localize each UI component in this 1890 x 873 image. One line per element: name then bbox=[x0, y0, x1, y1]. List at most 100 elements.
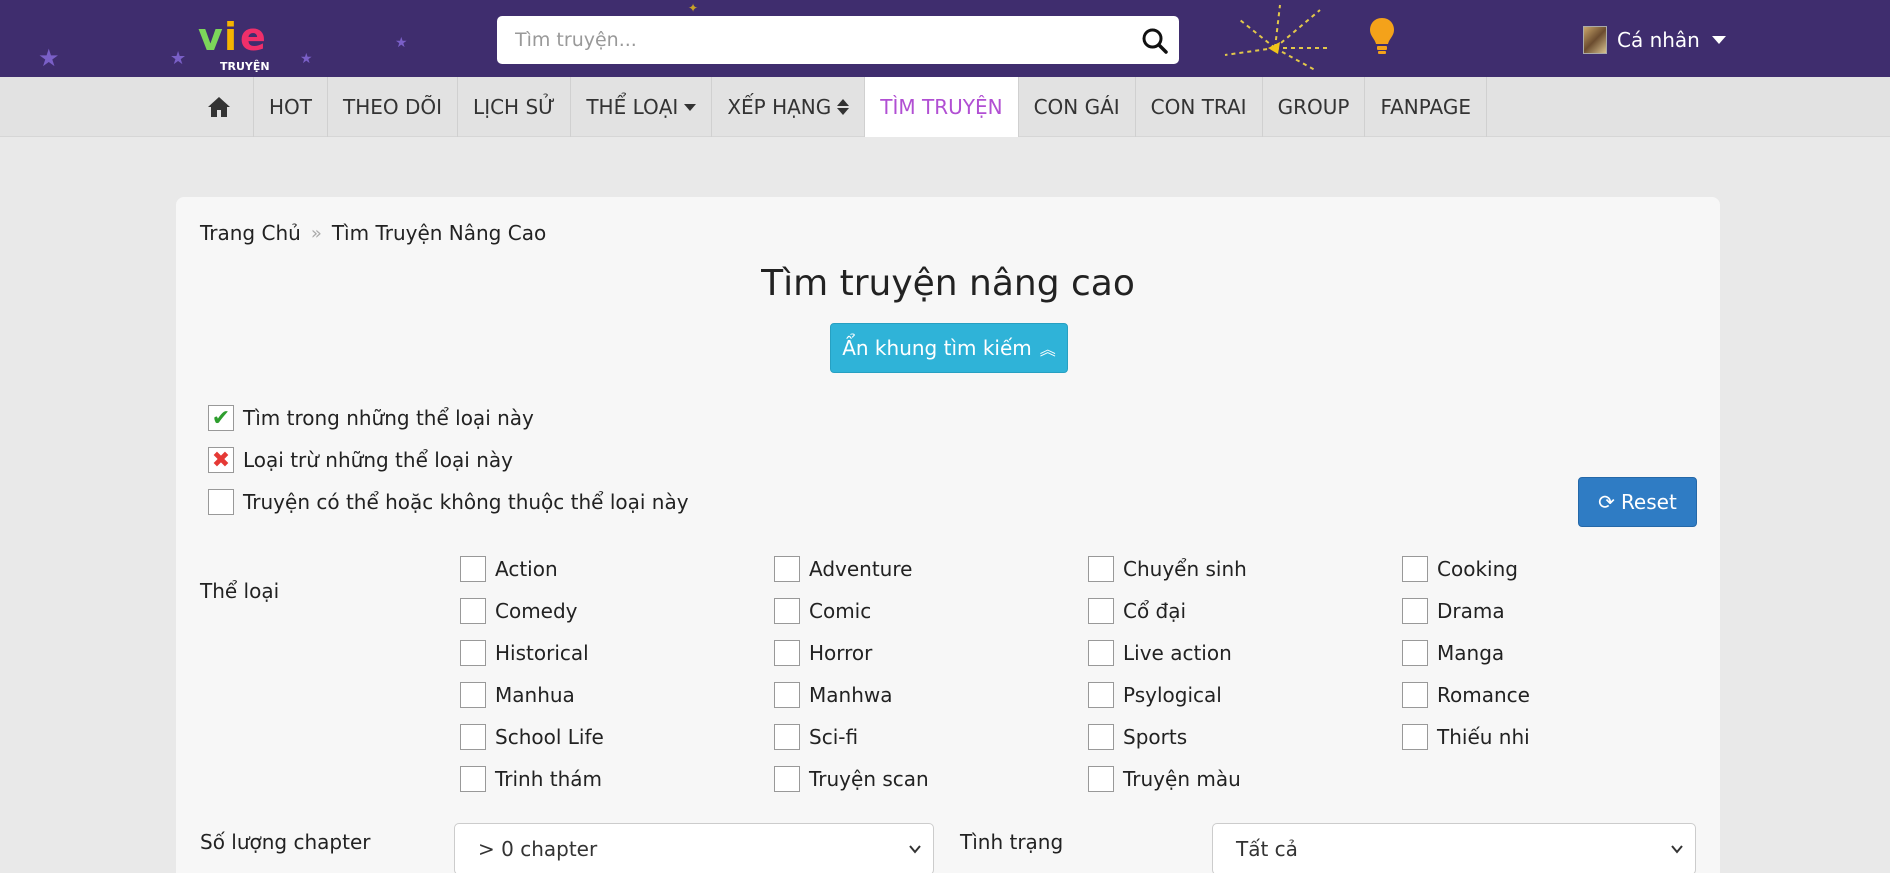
genre-checkbox-psylogical[interactable]: Psylogical bbox=[1088, 674, 1402, 716]
genre-checkbox-comic[interactable]: Comic bbox=[774, 590, 1088, 632]
user-menu[interactable]: Cá nhân bbox=[1583, 24, 1726, 56]
checkbox[interactable] bbox=[774, 766, 800, 792]
legend-exclude: ✖ Loại trừ những thể loại này bbox=[208, 446, 513, 474]
checkbox[interactable] bbox=[460, 724, 486, 750]
reset-button[interactable]: ⟳ Reset bbox=[1578, 477, 1697, 527]
genre-checkbox-truyen-scan[interactable]: Truyện scan bbox=[774, 758, 1088, 800]
sort-icon bbox=[837, 99, 850, 115]
legend-neutral: Truyện có thể hoặc không thuộc thể loại … bbox=[208, 488, 689, 516]
refresh-icon: ⟳ bbox=[1598, 490, 1615, 514]
genre-checkbox-manhua[interactable]: Manhua bbox=[460, 674, 774, 716]
nav-ranking[interactable]: XẾP HẠNG bbox=[712, 77, 866, 137]
checkbox[interactable] bbox=[1088, 598, 1114, 624]
user-menu-label: Cá nhân bbox=[1617, 28, 1700, 52]
checkbox[interactable] bbox=[1402, 724, 1428, 750]
nav-fanpage[interactable]: FANPAGE bbox=[1365, 77, 1487, 137]
star-decoration-icon: ✦ bbox=[688, 1, 699, 15]
star-decoration-icon: ★ bbox=[395, 35, 408, 51]
svg-text:v: v bbox=[198, 15, 223, 59]
search-input[interactable] bbox=[497, 16, 1097, 64]
genre-checkbox-sci-fi[interactable]: Sci-fi bbox=[774, 716, 1088, 758]
search-icon[interactable] bbox=[1141, 27, 1169, 55]
home-icon bbox=[208, 97, 230, 117]
chapter-count-label: Số lượng chapter bbox=[200, 830, 371, 854]
checkbox[interactable] bbox=[774, 724, 800, 750]
main-nav: HOT THEO DÕI LỊCH SỬ THỂ LOẠI XẾP HẠNG T… bbox=[0, 77, 1890, 137]
nav-boys[interactable]: CON TRAI bbox=[1136, 77, 1263, 137]
checkbox[interactable] bbox=[774, 682, 800, 708]
genre-checkbox-horror[interactable]: Horror bbox=[774, 632, 1088, 674]
cross-icon: ✖ bbox=[208, 447, 234, 473]
checkbox[interactable] bbox=[774, 556, 800, 582]
legend-include: ✔ Tìm trong những thể loại này bbox=[208, 404, 534, 432]
nav-following[interactable]: THEO DÕI bbox=[328, 77, 459, 137]
genre-checkbox-action[interactable]: Action bbox=[460, 548, 774, 590]
checkbox[interactable] bbox=[1402, 598, 1428, 624]
genre-checkbox-truyen-mau[interactable]: Truyện màu bbox=[1088, 758, 1402, 800]
star-decoration-icon: ★ bbox=[170, 48, 187, 69]
checkbox[interactable] bbox=[1088, 640, 1114, 666]
genre-checkbox-live-action[interactable]: Live action bbox=[1088, 632, 1402, 674]
checkbox[interactable] bbox=[1088, 682, 1114, 708]
hide-search-panel-button[interactable]: Ẩn khung tìm kiếm ︽ bbox=[830, 323, 1068, 373]
genre-checkbox-grid: Action Adventure Chuyển sinh Cooking Com… bbox=[460, 548, 1720, 800]
nav-girls[interactable]: CON GÁI bbox=[1019, 77, 1136, 137]
breadcrumb-current-link[interactable]: Tìm Truyện Nâng Cao bbox=[332, 221, 546, 245]
avatar bbox=[1583, 26, 1607, 54]
site-header: ★ ★ ★ ★ ✦ v i e TRUYỆN Cá nhân bbox=[0, 0, 1890, 77]
breadcrumb-separator: » bbox=[310, 222, 322, 244]
status-label: Tình trạng bbox=[960, 830, 1064, 854]
checkbox[interactable] bbox=[460, 766, 486, 792]
nav-home[interactable] bbox=[185, 77, 254, 137]
check-icon: ✔ bbox=[208, 405, 234, 431]
caret-down-icon bbox=[1711, 36, 1726, 44]
checkbox[interactable] bbox=[460, 640, 486, 666]
genre-checkbox-school-life[interactable]: School Life bbox=[460, 716, 774, 758]
chevron-down-icon bbox=[909, 845, 921, 854]
svg-text:i: i bbox=[224, 15, 237, 59]
checkbox[interactable] bbox=[1088, 556, 1114, 582]
checkbox[interactable] bbox=[460, 682, 486, 708]
genre-checkbox-comedy[interactable]: Comedy bbox=[460, 590, 774, 632]
genre-checkbox-thieu-nhi[interactable]: Thiếu nhi bbox=[1402, 716, 1716, 758]
firework-decoration-icon bbox=[1224, 4, 1330, 71]
chevron-down-icon bbox=[1671, 845, 1683, 854]
checkbox[interactable] bbox=[774, 640, 800, 666]
star-decoration-icon: ★ bbox=[38, 44, 60, 72]
checkbox[interactable] bbox=[1402, 640, 1428, 666]
checkbox[interactable] bbox=[1088, 766, 1114, 792]
search-box bbox=[497, 16, 1179, 64]
svg-text:e: e bbox=[240, 15, 266, 59]
breadcrumb-home-link[interactable]: Trang Chủ bbox=[200, 221, 301, 245]
checkbox[interactable] bbox=[1402, 556, 1428, 582]
nav-history[interactable]: LỊCH SỬ bbox=[458, 77, 572, 137]
genre-checkbox-chuyen-sinh[interactable]: Chuyển sinh bbox=[1088, 548, 1402, 590]
checkbox[interactable] bbox=[460, 556, 486, 582]
chapter-count-select[interactable]: > 0 chapter bbox=[454, 823, 934, 873]
svg-text:TRUYỆN: TRUYỆN bbox=[220, 60, 270, 73]
checkbox[interactable] bbox=[1402, 682, 1428, 708]
lightbulb-icon[interactable] bbox=[1368, 16, 1396, 58]
checkbox[interactable] bbox=[774, 598, 800, 624]
site-logo[interactable]: v i e TRUYỆN bbox=[196, 10, 288, 74]
nav-genres[interactable]: THỂ LOẠI bbox=[571, 77, 713, 137]
genre-checkbox-trinh-tham[interactable]: Trinh thám bbox=[460, 758, 774, 800]
genre-checkbox-historical[interactable]: Historical bbox=[460, 632, 774, 674]
nav-search[interactable]: TÌM TRUYỆN bbox=[865, 77, 1019, 137]
genre-checkbox-sports[interactable]: Sports bbox=[1088, 716, 1402, 758]
genre-checkbox-co-dai[interactable]: Cổ đại bbox=[1088, 590, 1402, 632]
nav-group[interactable]: GROUP bbox=[1263, 77, 1366, 137]
genre-checkbox-manhwa[interactable]: Manhwa bbox=[774, 674, 1088, 716]
genre-checkbox-drama[interactable]: Drama bbox=[1402, 590, 1716, 632]
checkbox[interactable] bbox=[1088, 724, 1114, 750]
genre-checkbox-adventure[interactable]: Adventure bbox=[774, 548, 1088, 590]
advanced-search-panel: Trang Chủ » Tìm Truyện Nâng Cao Tìm truy… bbox=[176, 197, 1720, 873]
empty-checkbox-icon bbox=[208, 489, 234, 515]
genre-checkbox-manga[interactable]: Manga bbox=[1402, 632, 1716, 674]
double-chevron-up-icon: ︽ bbox=[1039, 340, 1056, 359]
checkbox[interactable] bbox=[460, 598, 486, 624]
status-select[interactable]: Tất cả bbox=[1212, 823, 1696, 873]
nav-hot[interactable]: HOT bbox=[254, 77, 328, 137]
genre-checkbox-romance[interactable]: Romance bbox=[1402, 674, 1716, 716]
genre-checkbox-cooking[interactable]: Cooking bbox=[1402, 548, 1716, 590]
